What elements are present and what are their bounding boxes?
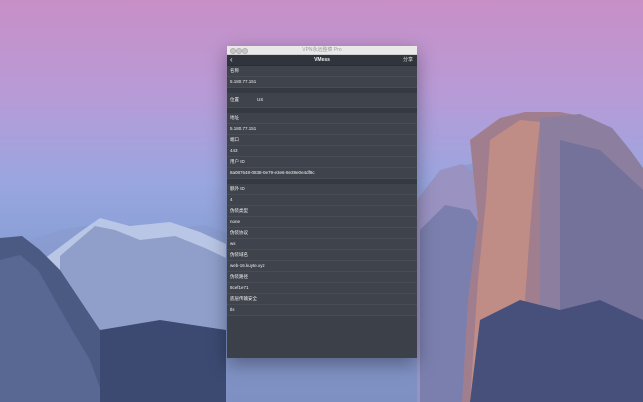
location-label: 位置 <box>230 97 239 102</box>
empty-area <box>227 316 417 358</box>
transport-value[interactable]: tls <box>230 305 235 315</box>
userid-row: 用户 ID <box>227 157 417 168</box>
camouflage-proto-value[interactable]: ws <box>230 239 236 249</box>
share-button[interactable]: 分享 <box>403 55 413 65</box>
address-row: 地址 <box>227 113 417 124</box>
extraid-label: 额外 ID <box>230 186 245 191</box>
camouflage-domain-value-row[interactable]: web-16.kuyte.xyz <box>227 261 417 272</box>
port-value[interactable]: 443 <box>230 146 238 156</box>
camouflage-domain-value[interactable]: web-16.kuyte.xyz <box>230 261 265 271</box>
camouflage-path-value-row[interactable]: 8cef1e71 <box>227 283 417 294</box>
transport-label: 底层传输安全 <box>230 296 257 301</box>
port-row: 端口 <box>227 135 417 146</box>
port-value-row[interactable]: 443 <box>227 146 417 157</box>
port-label: 端口 <box>230 137 239 142</box>
name-label: 名称 <box>230 68 239 73</box>
address-value-row[interactable]: 5.180.77.151 <box>227 124 417 135</box>
camouflage-type-label: 伪装类型 <box>230 208 248 213</box>
config-list: 名称 5.180.77.151 位置 US 地址 5.180.77.151 端口… <box>227 66 417 358</box>
location-value[interactable]: US <box>257 93 263 107</box>
userid-label: 用户 ID <box>230 159 245 164</box>
userid-value-row[interactable]: 8a087648-0838-0e79-e3e6-8e39e0e4df8c <box>227 168 417 179</box>
server-group: 地址 5.180.77.151 端口 443 用户 ID 8a087648-08… <box>227 113 417 179</box>
name-group: 名称 5.180.77.151 <box>227 66 417 88</box>
camouflage-type-row: 伪装类型 <box>227 206 417 217</box>
camouflage-proto-label: 伪装协议 <box>230 230 248 235</box>
location-group: 位置 US <box>227 93 417 108</box>
address-label: 地址 <box>230 115 239 120</box>
location-row[interactable]: 位置 US <box>227 93 417 108</box>
transport-row: 底层传输安全 <box>227 294 417 305</box>
transport-value-row[interactable]: tls <box>227 305 417 316</box>
window-title: VPN永远整菜 Pro <box>302 47 342 53</box>
camouflage-proto-value-row[interactable]: ws <box>227 239 417 250</box>
camouflage-domain-label: 伪装域名 <box>230 252 248 257</box>
camouflage-domain-row: 伪装域名 <box>227 250 417 261</box>
address-value[interactable]: 5.180.77.151 <box>230 124 256 134</box>
window-titlebar: VPN永远整菜 Pro <box>227 46 417 55</box>
name-value-row[interactable]: 5.180.77.151 <box>227 77 417 88</box>
extraid-value[interactable]: 4 <box>230 195 233 205</box>
camouflage-path-label: 伪装路径 <box>230 274 248 279</box>
userid-value[interactable]: 8a087648-0838-0e79-e3e6-8e39e0e4df8c <box>230 168 315 178</box>
camouflage-proto-row: 伪装协议 <box>227 228 417 239</box>
camouflage-path-row: 伪装路径 <box>227 272 417 283</box>
extraid-value-row[interactable]: 4 <box>227 195 417 206</box>
nav-title: VMess <box>314 57 330 63</box>
camouflage-path-value[interactable]: 8cef1e71 <box>230 283 249 293</box>
navigation-bar: ‹ VMess 分享 <box>227 55 417 66</box>
desktop: VPN永远整菜 Pro ‹ VMess 分享 名称 5.180.77.151 位… <box>0 0 643 402</box>
advanced-group: 额外 ID 4 伪装类型 none 伪装协议 ws 伪装域名 web-16.ku… <box>227 184 417 316</box>
name-row: 名称 <box>227 66 417 77</box>
camouflage-type-value[interactable]: none <box>230 217 240 227</box>
extraid-row: 额外 ID <box>227 184 417 195</box>
name-value[interactable]: 5.180.77.151 <box>230 77 256 87</box>
app-window: VPN永远整菜 Pro ‹ VMess 分享 名称 5.180.77.151 位… <box>227 46 417 358</box>
camouflage-type-value-row[interactable]: none <box>227 217 417 228</box>
